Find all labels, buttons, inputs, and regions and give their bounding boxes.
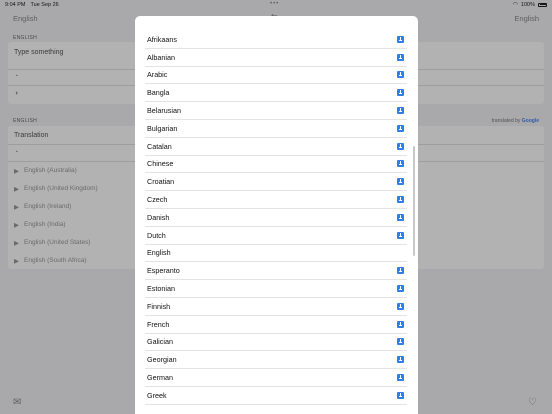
scrollbar[interactable] — [413, 146, 415, 256]
language-name: Croatian — [147, 177, 175, 187]
language-row[interactable]: Bangla — [145, 84, 407, 103]
language-row[interactable]: French — [145, 316, 407, 334]
language-row[interactable]: Estonian — [145, 280, 407, 298]
language-name: Bulgarian — [147, 123, 178, 133]
language-row[interactable]: Greek — [145, 387, 407, 405]
download-icon[interactable] — [397, 71, 404, 79]
language-name: Arabic — [147, 70, 168, 80]
language-row[interactable]: Arabic — [145, 67, 407, 85]
download-icon[interactable] — [397, 142, 404, 150]
download-icon[interactable] — [397, 89, 404, 97]
download-icon[interactable] — [397, 231, 404, 239]
language-name: Finnish — [147, 301, 171, 311]
language-name: Albanian — [147, 52, 175, 62]
language-name: Afrikaans — [147, 34, 177, 44]
download-icon[interactable] — [397, 107, 404, 115]
language-row[interactable]: Croatian — [145, 173, 407, 192]
language-name: Belarusian — [147, 106, 181, 116]
language-row[interactable]: Bulgarian — [145, 120, 407, 138]
language-name: German — [147, 373, 173, 383]
language-row[interactable]: German — [145, 369, 407, 387]
language-name: Chinese — [147, 159, 174, 169]
language-name: English — [147, 248, 171, 258]
language-row[interactable]: Dutch — [145, 227, 407, 245]
language-name: Greek — [147, 390, 167, 400]
language-name: Bangla — [147, 88, 170, 98]
download-icon[interactable] — [397, 338, 404, 346]
download-icon[interactable] — [397, 213, 404, 221]
language-list: Afrikaans Albanian Arabic Bangla Belarusian B… — [145, 31, 407, 405]
download-icon[interactable] — [397, 374, 404, 382]
download-icon[interactable] — [397, 160, 404, 168]
language-row[interactable]: Catalan — [145, 138, 407, 156]
language-row[interactable]: Finnish — [145, 298, 407, 316]
download-icon[interactable] — [397, 285, 404, 293]
language-row[interactable]: Danish — [145, 209, 407, 227]
language-row[interactable]: Esperanto — [145, 262, 407, 281]
language-name: French — [147, 319, 170, 329]
download-icon[interactable] — [397, 53, 404, 61]
language-name: Galician — [147, 337, 173, 347]
language-name: Esperanto — [147, 266, 180, 276]
download-icon[interactable] — [397, 178, 404, 186]
download-icon[interactable] — [397, 124, 404, 132]
language-row[interactable]: Galician — [145, 334, 407, 352]
language-name: Catalan — [147, 141, 172, 151]
language-row[interactable]: Belarusian — [145, 102, 407, 120]
download-icon[interactable] — [397, 196, 404, 204]
language-picker-modal: Afrikaans Albanian Arabic Bangla Belarusian B… — [135, 16, 418, 414]
language-row[interactable]: Chinese — [145, 156, 407, 174]
download-icon[interactable] — [397, 356, 404, 364]
download-icon[interactable] — [397, 391, 404, 399]
language-row[interactable]: Albanian — [145, 49, 407, 67]
language-name: Czech — [147, 195, 168, 205]
download-icon[interactable] — [397, 320, 404, 328]
language-name: Georgian — [147, 355, 177, 365]
language-row[interactable]: Georgian — [145, 351, 407, 370]
language-name: Danish — [147, 212, 170, 222]
download-icon[interactable] — [397, 35, 404, 43]
language-row[interactable]: Czech — [145, 191, 407, 209]
language-row[interactable]: English — [145, 245, 407, 263]
language-row[interactable]: Afrikaans — [145, 31, 407, 49]
download-icon[interactable] — [397, 302, 404, 310]
language-name: Estonian — [147, 284, 175, 294]
language-name: Dutch — [147, 230, 166, 240]
download-icon[interactable] — [397, 267, 404, 275]
